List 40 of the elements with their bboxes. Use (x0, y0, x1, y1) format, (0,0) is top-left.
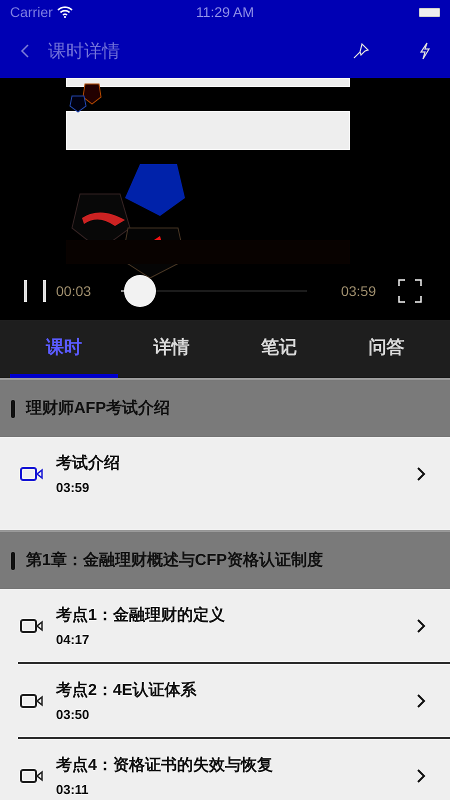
lightning-icon[interactable] (418, 42, 432, 60)
section-title: 理财师AFP考试介绍 (26, 398, 170, 419)
page-title: 课时详情 (48, 40, 120, 63)
wifi-icon (56, 6, 73, 18)
pause-button[interactable] (24, 278, 46, 304)
carrier-label: Carrier (10, 4, 53, 20)
lesson-title: 考点1：金融理财的定义 (56, 605, 226, 626)
fullscreen-icon[interactable] (398, 279, 422, 303)
section-marker (11, 552, 15, 570)
lesson-title: 考点4：资格证书的失效与恢复 (56, 756, 274, 776)
chevron-right-icon (416, 466, 426, 482)
video-camera-icon (20, 768, 44, 784)
lesson-row[interactable]: 考试介绍 03:59 (18, 437, 450, 510)
tab[interactable]: 笔记 (225, 320, 332, 378)
duration-time: 03:59 (340, 283, 376, 299)
lesson-duration: 03:50 (56, 706, 90, 722)
lesson-duration: 03:11 (56, 782, 90, 796)
video-camera-icon (20, 466, 44, 482)
tab[interactable]: 问答 (332, 320, 440, 378)
section-marker (11, 400, 15, 418)
chevron-right-icon (416, 768, 426, 784)
chevron-right-icon (416, 618, 426, 634)
status-time: 11:29 AM (196, 4, 254, 20)
seek-slider-thumb[interactable] (124, 275, 156, 307)
lesson-row[interactable]: 考点1：金融理财的定义 04:17 (18, 589, 450, 664)
section-title: 第1章：金融理财概述与CFP资格认证制度 (26, 550, 323, 571)
video-camera-icon (20, 692, 44, 708)
elapsed-time: 00:03 (56, 283, 92, 299)
lesson-title: 考试介绍 (56, 454, 121, 474)
pin-icon[interactable] (352, 42, 370, 60)
lesson-duration: 04:17 (56, 632, 90, 646)
chevron-right-icon (416, 692, 426, 708)
lesson-title: 考点2：4E认证体系 (56, 680, 198, 700)
lesson-row[interactable]: 考点2：4E认证体系 03:50 (18, 664, 450, 739)
lesson-duration: 03:59 (56, 480, 90, 494)
back-icon[interactable] (20, 43, 30, 59)
battery-icon (419, 8, 440, 16)
tab[interactable]: 详情 (118, 320, 225, 378)
video-camera-icon (20, 618, 44, 634)
lesson-row[interactable]: 考点4：资格证书的失效与恢复 03:11 (18, 739, 450, 800)
